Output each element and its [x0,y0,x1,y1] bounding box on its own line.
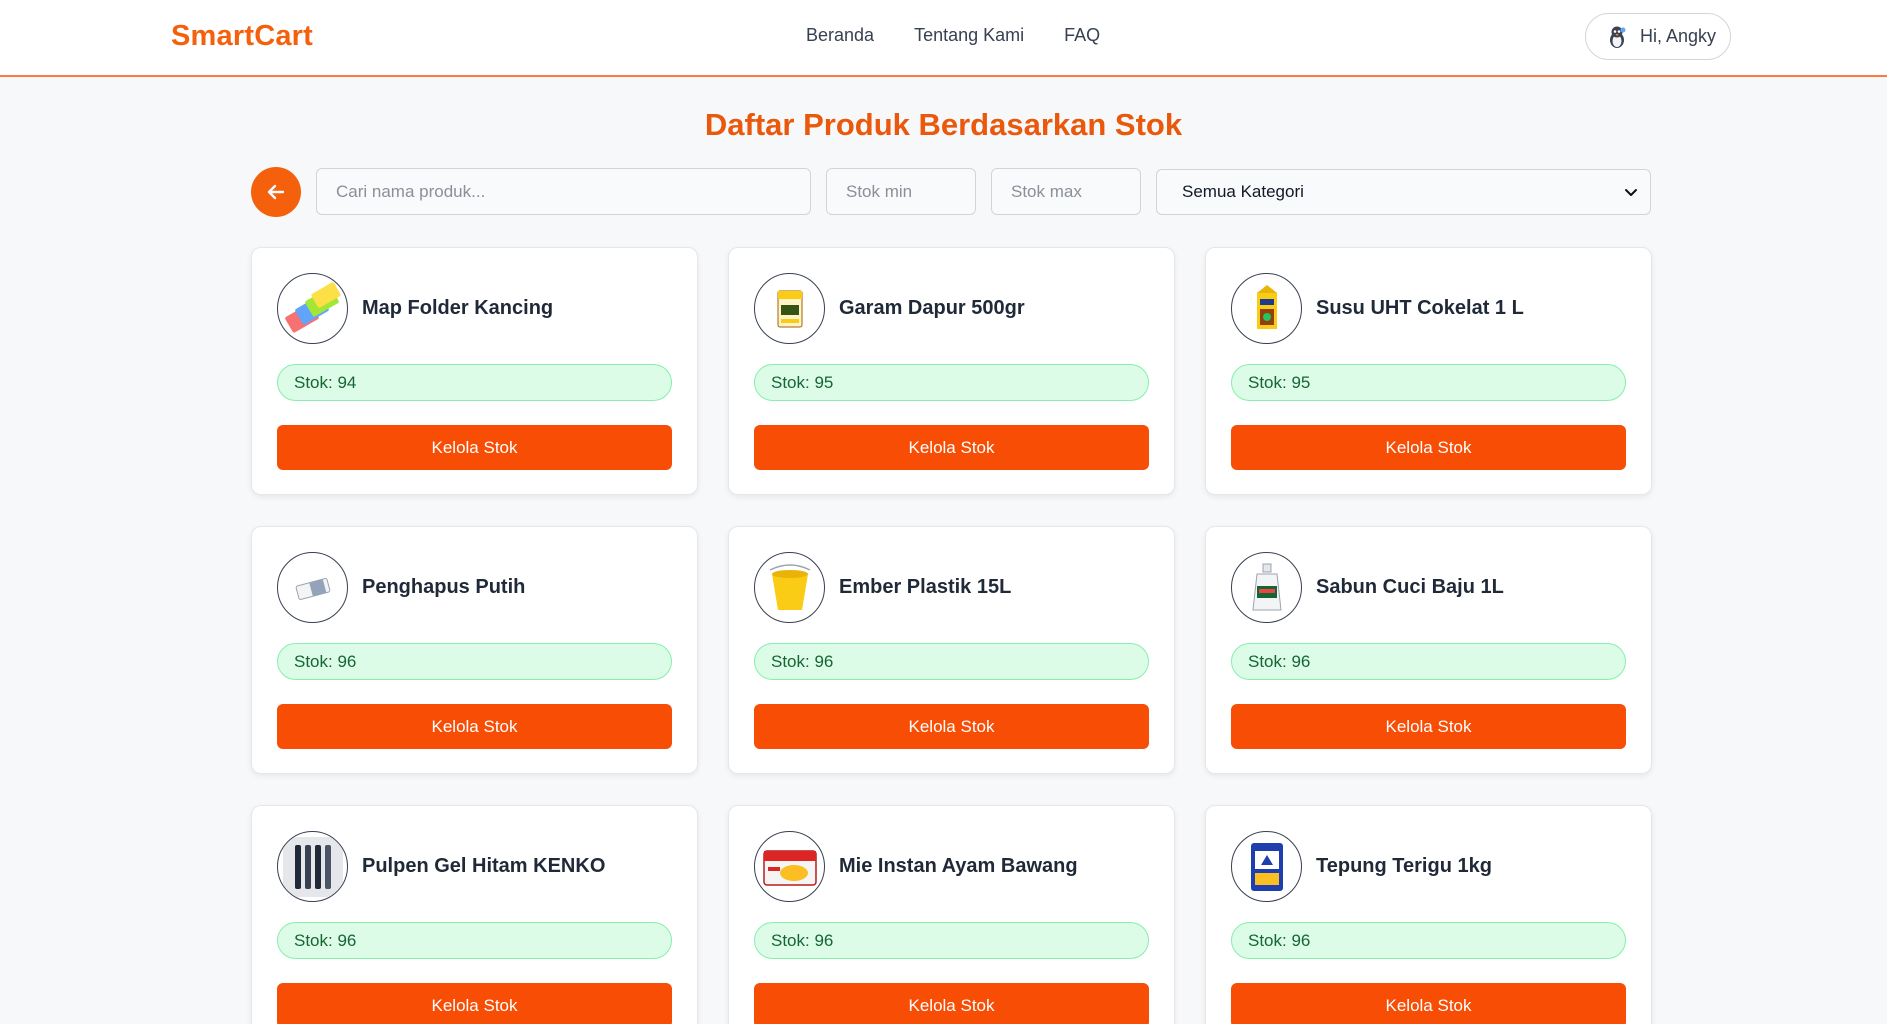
product-name: Sabun Cuci Baju 1L [1316,576,1504,598]
stock-badge: Stok: 96 [1231,643,1626,680]
logo[interactable]: SmartCart [171,20,313,53]
product-image [754,552,825,623]
stock-badge: Stok: 96 [277,643,672,680]
salt-pack-icon [777,290,802,327]
folder-icon [284,281,341,333]
product-name: Pulpen Gel Hitam KENKO [362,855,606,877]
product-image [1231,273,1302,344]
product-image [754,831,825,902]
kelola-stok-button[interactable]: Kelola Stok [1231,425,1626,470]
kelola-stok-button[interactable]: Kelola Stok [277,425,672,470]
stock-badge: Stok: 96 [1231,922,1626,959]
kelola-stok-button[interactable]: Kelola Stok [1231,704,1626,749]
stok-min-input[interactable] [826,168,976,215]
noodle-pack-icon [762,849,817,886]
main-nav: Beranda Tentang Kami FAQ [806,25,1100,46]
kelola-stok-button[interactable]: Kelola Stok [754,704,1149,749]
nav-tentang-kami[interactable]: Tentang Kami [914,25,1024,46]
category-select-value: Semua Kategori [1182,182,1304,201]
stock-badge: Stok: 96 [277,922,672,959]
product-image [277,831,348,902]
eraser-icon [295,577,330,600]
kelola-stok-button[interactable]: Kelola Stok [277,983,672,1024]
user-menu-button[interactable]: Hi, Angky [1585,13,1731,60]
product-image [277,552,348,623]
user-greeting: Hi, Angky [1640,26,1717,46]
product-image [1231,831,1302,902]
stock-badge: Stok: 95 [1231,364,1626,401]
product-card: Mie Instan Ayam Bawang Stok: 96 Kelola S… [728,805,1175,1024]
product-name: Susu UHT Cokelat 1 L [1316,297,1524,319]
nav-faq[interactable]: FAQ [1064,25,1100,46]
page-title: Daftar Produk Berdasarkan Stok [704,107,1183,142]
product-card: Pulpen Gel Hitam KENKO Stok: 96 Kelola S… [251,805,698,1024]
bucket-icon [769,563,810,610]
kelola-stok-button[interactable]: Kelola Stok [754,983,1149,1024]
stok-max-input[interactable] [991,168,1141,215]
product-image [754,273,825,344]
product-card: Garam Dapur 500gr Stok: 95 Kelola Stok [728,247,1175,495]
product-card: Susu UHT Cokelat 1 L Stok: 95 Kelola Sto… [1205,247,1652,495]
kelola-stok-button[interactable]: Kelola Stok [754,425,1149,470]
stock-badge: Stok: 96 [754,643,1149,680]
product-card: Ember Plastik 15L Stok: 96 Kelola Stok [728,526,1175,774]
category-select[interactable]: Semua Kategori [1156,169,1651,215]
kelola-stok-button[interactable]: Kelola Stok [1231,983,1626,1024]
kelola-stok-button[interactable]: Kelola Stok [277,704,672,749]
stock-badge: Stok: 94 [277,364,672,401]
back-button[interactable] [251,167,301,217]
product-name: Map Folder Kancing [362,297,554,319]
product-name: Penghapus Putih [362,576,526,598]
chevron-down-icon [1625,189,1637,196]
milk-carton-icon [1256,284,1277,329]
product-card: Penghapus Putih Stok: 96 Kelola Stok [251,526,698,774]
top-navbar: SmartCart Beranda Tentang Kami FAQ Hi, A… [0,0,1887,77]
pen-icon [282,836,343,897]
product-grid: Map Folder Kancing Stok: 94 Kelola Stok … [251,247,1652,1024]
detergent-bottle-icon [1251,563,1282,610]
product-card: Sabun Cuci Baju 1L Stok: 96 Kelola Stok [1205,526,1652,774]
product-image [277,273,348,344]
flour-bag-icon [1250,842,1283,891]
user-avatar-icon [1610,26,1626,48]
arrow-left-icon [267,184,285,200]
product-name: Garam Dapur 500gr [839,297,1025,319]
product-image [1231,552,1302,623]
product-name: Mie Instan Ayam Bawang [839,855,1078,877]
product-name: Tepung Terigu 1kg [1316,855,1492,877]
search-input[interactable] [316,168,811,215]
stock-badge: Stok: 96 [754,922,1149,959]
nav-beranda[interactable]: Beranda [806,25,874,46]
product-name: Ember Plastik 15L [839,576,1012,598]
stock-badge: Stok: 95 [754,364,1149,401]
product-card: Tepung Terigu 1kg Stok: 96 Kelola Stok [1205,805,1652,1024]
product-card: Map Folder Kancing Stok: 94 Kelola Stok [251,247,698,495]
